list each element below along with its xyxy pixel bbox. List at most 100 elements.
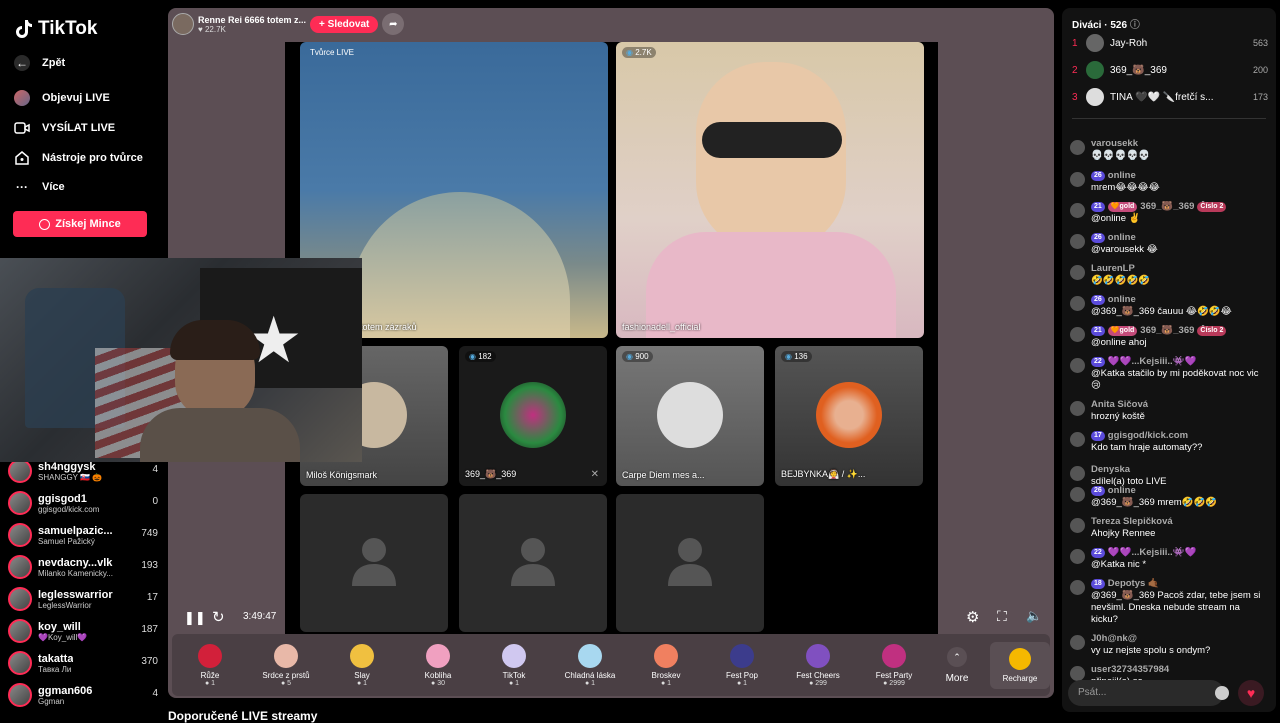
top-viewer[interactable]: 3 TINA 🖤🤍 🔪fretčí s... 173 bbox=[1072, 86, 1268, 108]
chat-username: 💜💜...Kejsiii..👾💜 bbox=[1107, 547, 1197, 558]
chat-user[interactable]: LaurenLP bbox=[1091, 263, 1266, 275]
guest-tile[interactable]: ◉ 2.7K fashionadell_official bbox=[616, 42, 924, 338]
chat-text: vy uz nejste spolu s ondym? bbox=[1091, 645, 1211, 656]
guest-tile[interactable]: ◉ 136 BEJBYNKA👰 / ✨... bbox=[775, 346, 923, 486]
nav-item-creator-tools[interactable]: Nástroje pro tvůrce bbox=[14, 150, 164, 166]
account-name: nevdacny...vlk bbox=[38, 556, 113, 569]
chat-user[interactable]: Anita Sičová bbox=[1091, 399, 1266, 411]
top-viewer[interactable]: 1 Jay-Roh 563 bbox=[1072, 32, 1268, 54]
like-button[interactable]: ♥ bbox=[1238, 680, 1264, 706]
gift-cost: ● 1 bbox=[660, 679, 672, 687]
gift-item[interactable]: Slay ● 1 bbox=[324, 643, 400, 687]
chat-username: online bbox=[1107, 294, 1136, 305]
chat-user[interactable]: user32734357984 bbox=[1091, 664, 1266, 676]
recharge-button[interactable]: Recharge bbox=[990, 641, 1050, 689]
rank-badge: Číslo 2 bbox=[1197, 202, 1227, 212]
avatar bbox=[8, 651, 32, 675]
refresh-icon[interactable]: ↻ bbox=[212, 608, 225, 626]
nav-item-go-live[interactable]: VYSÍLAT LIVE bbox=[14, 120, 164, 136]
gem-icon: ◉ bbox=[626, 352, 633, 361]
gift-icon bbox=[350, 643, 374, 668]
gem-icon: ◉ bbox=[785, 352, 792, 361]
avatar bbox=[1070, 466, 1085, 481]
chat-message: 26 online mrem😂😂😂😂 bbox=[1070, 170, 1266, 194]
emoji-icon[interactable] bbox=[1215, 686, 1229, 700]
chat-user[interactable]: 26 online bbox=[1091, 170, 1266, 182]
account-item[interactable]: koy_will 💜Koy_will💜 187 bbox=[8, 616, 158, 646]
avatar bbox=[8, 523, 32, 547]
gem-icon: ◉ bbox=[626, 48, 633, 57]
get-coins-button[interactable]: Získej Mince bbox=[13, 211, 147, 237]
gift-item[interactable]: Růže ● 1 bbox=[172, 643, 248, 687]
chat-username: Tereza Slepičková bbox=[1091, 516, 1173, 527]
chat-user[interactable]: Denyska bbox=[1091, 464, 1266, 476]
chat-user[interactable]: Tereza Slepičková bbox=[1091, 516, 1266, 528]
chat-user[interactable]: 26 online bbox=[1091, 294, 1266, 306]
nav-item-discover[interactable]: Objevuj LIVE bbox=[14, 90, 164, 106]
chat-user[interactable]: 21 🧡gold 369_🐻_369 Číslo 2 bbox=[1091, 325, 1266, 337]
gift-item[interactable]: Chladná láska ● 1 bbox=[552, 643, 628, 687]
avatar bbox=[8, 459, 32, 483]
account-name: ggisgod1 bbox=[38, 492, 87, 505]
chat-username: LaurenLP bbox=[1091, 263, 1135, 274]
avatar bbox=[1070, 580, 1085, 595]
host-name[interactable]: Renne Rei 6666 totem z... bbox=[198, 15, 306, 25]
volume-icon[interactable]: 🔈 bbox=[1026, 608, 1042, 624]
nav-item-more[interactable]: ··· Více bbox=[14, 179, 164, 195]
avatar bbox=[1070, 327, 1085, 342]
chat-user[interactable]: 26 online bbox=[1091, 485, 1266, 497]
share-icon: ➦ bbox=[389, 18, 398, 30]
viewers-title[interactable]: Diváci · 526 ⓘ bbox=[1072, 16, 1140, 31]
chat-user[interactable]: J0h@nk@ bbox=[1091, 633, 1266, 645]
guest-tile[interactable]: ◉ 900 Carpe Diem mes a... bbox=[616, 346, 764, 486]
gift-item[interactable]: Fest Cheers ● 299 bbox=[780, 643, 856, 687]
guest-tile[interactable]: ◉ 182 369_🐻_369 ✕ bbox=[459, 346, 607, 486]
account-item[interactable]: takatta Тавка Ли 370 bbox=[8, 648, 158, 678]
chat-user[interactable]: 26 online bbox=[1091, 232, 1266, 244]
account-item[interactable]: samuelpazic... Samuel Pažický 749 bbox=[8, 520, 158, 550]
gift-item[interactable]: Broskev ● 1 bbox=[628, 643, 704, 687]
back-link[interactable]: ← Zpět bbox=[14, 55, 164, 71]
more-gifts-button[interactable]: ⌃ More bbox=[932, 646, 982, 684]
account-sub: ggisgod/kick.com bbox=[38, 504, 100, 514]
guest-name: Carpe Diem mes a... bbox=[622, 470, 705, 480]
chat-username: 369_🐻_369 bbox=[1140, 201, 1195, 212]
chat-message: Tereza Slepičková Ahojky Rennee bbox=[1070, 516, 1266, 540]
gift-item[interactable]: TikTok ● 1 bbox=[476, 643, 552, 687]
chat-username: J0h@nk@ bbox=[1091, 633, 1137, 644]
tiktok-logo[interactable]: TikTok bbox=[16, 18, 97, 40]
gift-item[interactable]: Srdce z prstů ● 5 bbox=[248, 643, 324, 687]
viewer-count: 0 bbox=[152, 496, 158, 507]
share-button[interactable]: ➦ bbox=[382, 13, 405, 35]
chat-user[interactable]: 21 🧡gold 369_🐻_369 Číslo 2 bbox=[1091, 201, 1266, 213]
more-label: More bbox=[945, 672, 969, 684]
chat-user[interactable]: 17 ggisgod/kick.com bbox=[1091, 430, 1266, 442]
gift-cost: ● 1 bbox=[584, 679, 596, 687]
info-icon: ⓘ bbox=[1129, 20, 1140, 31]
follow-button[interactable]: + Sledovat bbox=[310, 15, 379, 33]
gift-item[interactable]: Fest Party ● 2999 bbox=[856, 643, 932, 687]
host-avatar[interactable] bbox=[172, 13, 194, 35]
gift-item[interactable]: Kobliha ● 30 bbox=[400, 643, 476, 687]
settings-icon[interactable]: ⚙ bbox=[966, 608, 979, 626]
pause-icon[interactable]: ❚❚ bbox=[184, 610, 206, 626]
viewer-count: 370 bbox=[141, 656, 158, 667]
gift-cost: ● 299 bbox=[809, 679, 827, 687]
chat-user[interactable]: 18 Depotys 🤙🏾 bbox=[1091, 578, 1266, 590]
fullscreen-icon[interactable]: ⛶ bbox=[997, 608, 1007, 625]
gem-icon: ◉ bbox=[469, 352, 476, 361]
account-item[interactable]: ggman606 Ggman 4 bbox=[8, 680, 158, 710]
chat-user[interactable]: 22 💜💜...Kejsiii..👾💜 bbox=[1091, 547, 1266, 559]
gold-badge: 🧡gold bbox=[1107, 202, 1138, 212]
account-item[interactable]: nevdacny...vlk Milanko Kamenicky... 193 bbox=[8, 552, 158, 582]
chat-input[interactable]: Psát... bbox=[1068, 680, 1224, 706]
gift-item[interactable]: Fest Pop ● 1 bbox=[704, 643, 780, 687]
chat-user[interactable]: varousekk bbox=[1091, 138, 1266, 150]
account-item[interactable]: ggisgod1 ggisgod/kick.com 0 bbox=[8, 488, 158, 518]
chat-username: Depotys 🤙🏾 bbox=[1107, 578, 1160, 589]
avatar bbox=[1070, 172, 1085, 187]
top-viewer[interactable]: 2 369_🐻_369 200 bbox=[1072, 59, 1268, 81]
nav-label: Více bbox=[42, 181, 65, 193]
chat-user[interactable]: 22 💜💜...Kejsiii..👾💜 bbox=[1091, 356, 1266, 368]
account-item[interactable]: leglesswarrior LeglessWarrior 17 bbox=[8, 584, 158, 614]
